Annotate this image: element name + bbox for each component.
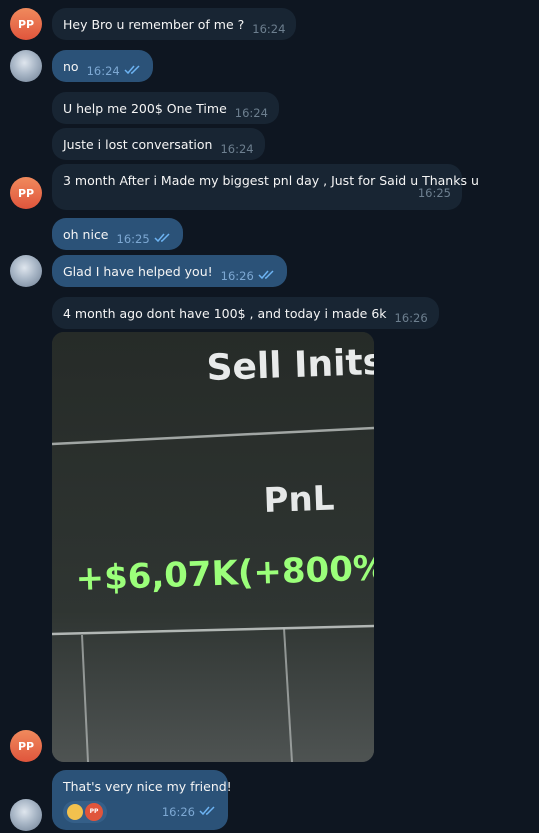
- message-time: 16:24: [86, 64, 120, 78]
- contact-avatar[interactable]: PP: [10, 730, 42, 762]
- my-avatar[interactable]: [10, 799, 42, 831]
- my-avatar[interactable]: [10, 255, 42, 287]
- message-text: 3 month After i Made my biggest pnl day …: [63, 173, 479, 188]
- message-bubble-outgoing[interactable]: oh nice 16:25: [52, 218, 183, 250]
- message-text: U help me 200$ One Time: [63, 101, 227, 116]
- message-text: That's very nice my friend!: [63, 779, 232, 794]
- message-time: 16:26: [394, 311, 428, 325]
- reaction-avatar: PP: [85, 803, 103, 821]
- message-text: Hey Bro u remember of me ?: [63, 17, 245, 32]
- double-check-icon: [258, 270, 274, 280]
- my-avatar[interactable]: [10, 50, 42, 82]
- photo-content: Sell Inits PnL +$6,07K(+800%: [52, 332, 374, 762]
- shared-photo[interactable]: Sell Inits PnL +$6,07K(+800%: [52, 332, 374, 762]
- double-check-icon: [154, 233, 170, 243]
- message-time: 16:24: [220, 142, 254, 156]
- message-time: 16:25: [116, 232, 150, 246]
- double-check-icon: [199, 806, 215, 816]
- handshake-emoji-icon: [67, 804, 83, 820]
- message-time: 16:24: [252, 22, 286, 36]
- message-time: 16:26: [161, 805, 195, 819]
- message-bubble-incoming[interactable]: 3 month After i Made my biggest pnl day …: [52, 164, 479, 210]
- double-check-icon: [124, 65, 140, 75]
- message-text: 4 month ago dont have 100$ , and today i…: [63, 306, 387, 321]
- message-text: Glad I have helped you!: [63, 264, 213, 279]
- message-time: 16:26: [220, 269, 254, 283]
- message-time: 16:25: [417, 186, 451, 200]
- message-bubble-incoming[interactable]: 4 month ago dont have 100$ , and today i…: [52, 297, 439, 329]
- photo-text-title: Sell Inits: [206, 342, 374, 389]
- contact-avatar[interactable]: PP: [10, 8, 42, 40]
- message-bubble-outgoing[interactable]: Glad I have helped you! 16:26: [52, 255, 287, 287]
- message-bubble-incoming[interactable]: Juste i lost conversation 16:24: [52, 128, 265, 160]
- message-bubble-outgoing[interactable]: no 16:24: [52, 50, 153, 82]
- contact-avatar[interactable]: PP: [10, 177, 42, 209]
- message-bubble-outgoing[interactable]: That's very nice my friend! PP 16:26: [52, 770, 232, 830]
- reaction-pill[interactable]: PP: [63, 801, 107, 823]
- message-text: no: [63, 59, 79, 74]
- photo-text-pnl-label: PnL: [263, 479, 335, 521]
- message-bubble-incoming[interactable]: Hey Bro u remember of me ? 16:24: [52, 8, 297, 40]
- message-text: Juste i lost conversation: [63, 137, 213, 152]
- message-text: oh nice: [63, 227, 109, 242]
- message-time: 16:24: [234, 106, 268, 120]
- message-bubble-incoming[interactable]: U help me 200$ One Time 16:24: [52, 92, 279, 124]
